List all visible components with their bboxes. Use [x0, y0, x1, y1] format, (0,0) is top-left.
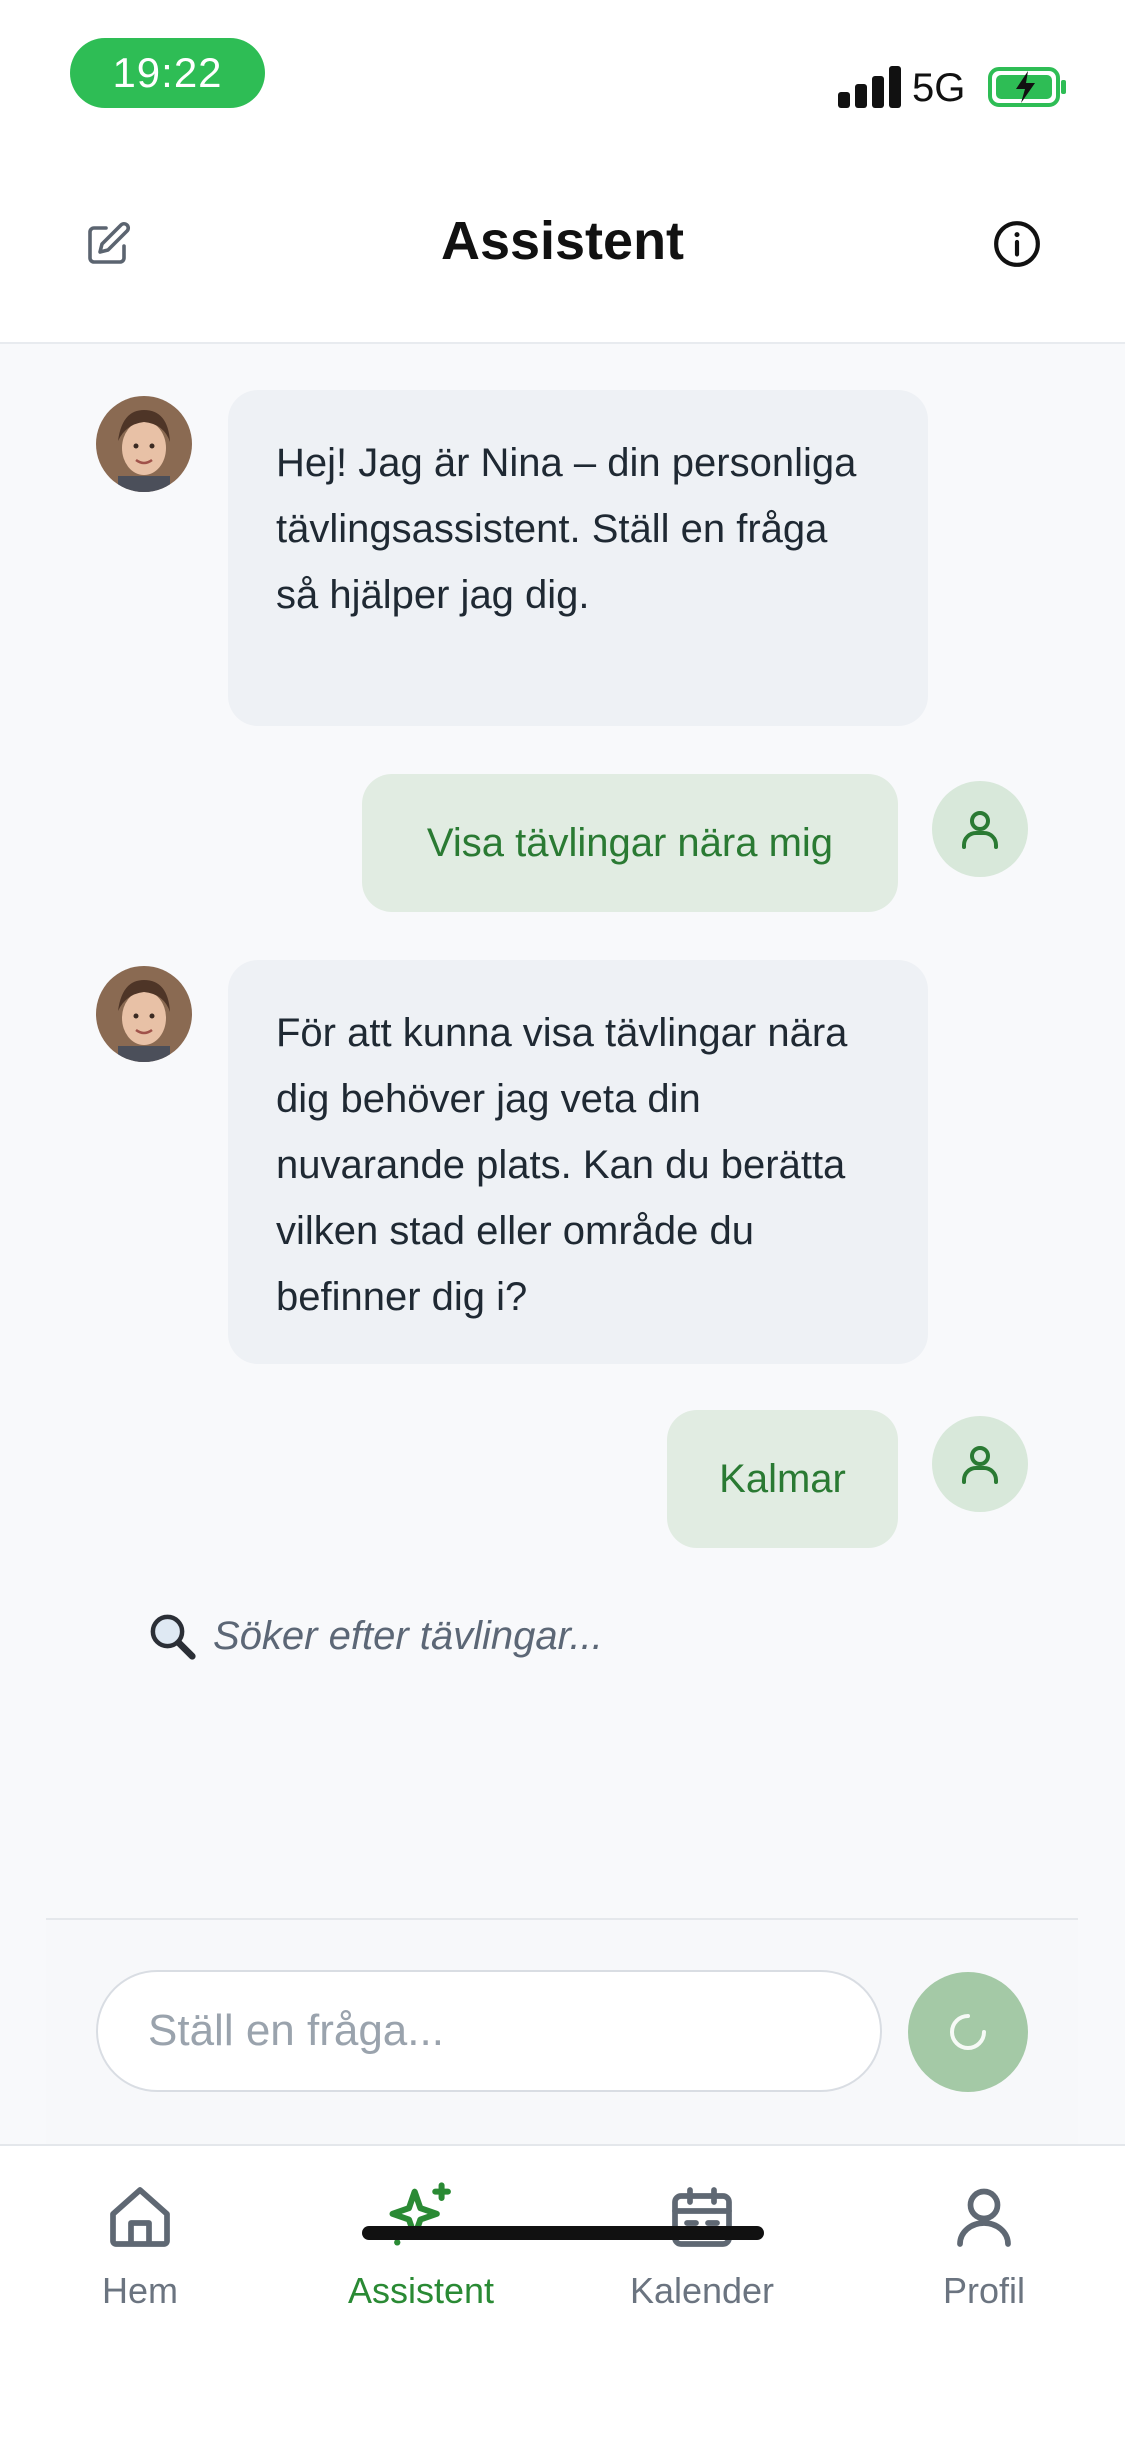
loading-spinner-icon: [950, 2014, 986, 2050]
cellular-signal-icon: [838, 64, 902, 108]
send-button[interactable]: [908, 1972, 1028, 2092]
user-avatar-icon: [932, 1416, 1028, 1512]
nav-item-profil[interactable]: Profil: [864, 2176, 1104, 2326]
network-type: 5G: [912, 66, 966, 110]
search-status-text: Söker efter tävlingar...: [213, 1613, 603, 1658]
assistant-avatar: [96, 966, 192, 1062]
bottom-navigation: Hem Assistent Kalender Profil: [0, 2144, 1125, 2438]
assistant-message: Hej! Jag är Nina – din personliga tävlin…: [228, 390, 928, 726]
nav-label: Hem: [101, 2270, 178, 2311]
app-header: Assistent: [0, 150, 1125, 344]
calendar-icon: [672, 2187, 732, 2247]
status-bar: 19:22 5G: [0, 0, 1125, 150]
info-icon[interactable]: [977, 204, 1057, 284]
home-icon: [110, 2187, 170, 2247]
page-title: Assistent: [440, 211, 685, 271]
user-avatar-icon: [932, 781, 1028, 877]
status-time: 19:22: [70, 38, 265, 108]
assistant-avatar: [96, 396, 192, 492]
assistant-message: För att kunna visa tävlingar nära dig be…: [228, 960, 928, 1364]
composer: Ställ en fråga...: [46, 1918, 1078, 2146]
nav-item-home[interactable]: Hem: [20, 2176, 260, 2326]
user-message: Visa tävlingar nära mig: [362, 774, 898, 912]
battery-charging-icon: [988, 67, 1066, 107]
search-status: Söker efter tävlingar...: [145, 1609, 603, 1663]
user-message: Kalmar: [667, 1410, 898, 1548]
home-indicator: [362, 2226, 764, 2240]
nav-label: Kalender: [629, 2270, 775, 2311]
profile-icon: [957, 2188, 1011, 2247]
nav-item-assistent[interactable]: Assistent: [301, 2176, 541, 2326]
chat-thread[interactable]: Hej! Jag är Nina – din personliga tävlin…: [0, 344, 1125, 1918]
magnifier-icon: [150, 1614, 196, 1660]
nav-label: Profil: [942, 2270, 1026, 2311]
sparkles-icon: [389, 2182, 451, 2246]
nav-label: Assistent: [347, 2270, 495, 2311]
nav-item-kalender[interactable]: Kalender: [582, 2176, 822, 2326]
question-input[interactable]: Ställ en fråga...: [96, 1970, 882, 2092]
